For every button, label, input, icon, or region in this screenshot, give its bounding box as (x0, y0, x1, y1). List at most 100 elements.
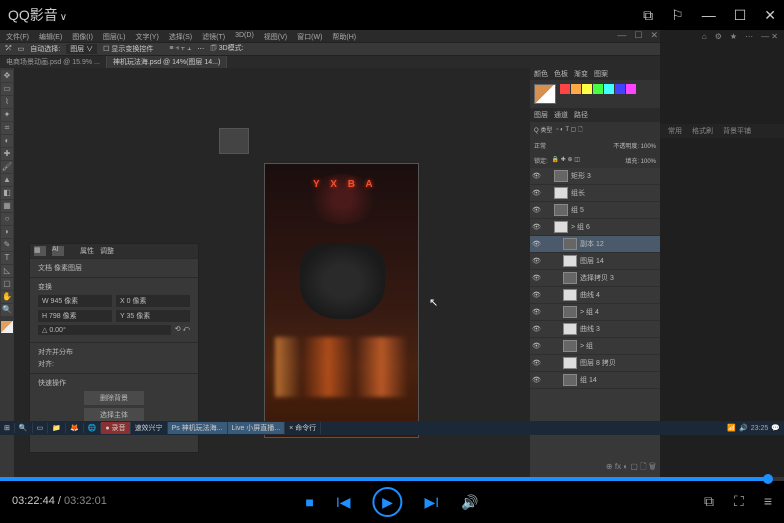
taskview-button[interactable]: ▭ (33, 423, 49, 433)
layer-row[interactable]: 👁 曲线 3 (530, 321, 660, 338)
tray-wifi-icon[interactable]: 📶 (727, 424, 736, 432)
layer-row[interactable]: 👁 > 组 6 (530, 219, 660, 236)
volume-button[interactable]: 🔊 (461, 494, 478, 511)
ps-max-icon: ☐ (634, 30, 642, 41)
tb-cmd[interactable]: × 命令行 (285, 422, 321, 434)
pip-icon[interactable]: ⧉ (643, 7, 653, 24)
layer-row[interactable]: 👁矩形 3 (530, 168, 660, 185)
visibility-icon[interactable]: 👁 (532, 325, 542, 333)
layer-name: 组 5 (571, 205, 584, 215)
visibility-icon[interactable]: 👁 (532, 172, 542, 180)
marquee-tool[interactable]: ▭ (1, 83, 13, 95)
visibility-icon[interactable]: 👁 (532, 257, 542, 265)
pen-tool[interactable]: ✎ (1, 239, 13, 251)
layer-name: 曲线 4 (580, 290, 600, 300)
layer-name: 曲线 3 (580, 324, 600, 334)
navigator-thumb (219, 128, 249, 154)
close-icon[interactable]: ✕ (764, 7, 776, 24)
progress-bar[interactable] (0, 477, 784, 481)
zoom-tool[interactable]: 🔍 (1, 304, 13, 316)
windows-taskbar: ⊞ 🔍 ▭ 📁 🦊 🌐 ● 录音 速效兴宁 Ps 神机玩法海... Live 小… (0, 421, 660, 435)
eraser-tool[interactable]: ◧ (1, 187, 13, 199)
snapshot-button[interactable]: ⧉ (704, 493, 714, 510)
crop-tool[interactable]: ⌗ (1, 122, 13, 134)
next-button[interactable]: ▶I (425, 494, 440, 511)
stamp-tool[interactable]: ▲ (1, 174, 13, 186)
dodge-tool[interactable]: ◗ (1, 226, 13, 238)
color-swatch[interactable] (1, 321, 13, 333)
layer-row[interactable]: 👁 曲线 4 (530, 287, 660, 304)
pin-icon[interactable]: ⚐ (671, 7, 684, 24)
maximize-icon[interactable]: ☐ (734, 7, 747, 24)
tb-browser[interactable]: 🌐 (84, 423, 102, 433)
play-button[interactable]: ▶ (373, 487, 403, 517)
layer-row[interactable]: 👁 组 14 (530, 372, 660, 389)
wand-tool[interactable]: ✦ (1, 109, 13, 121)
ps-menubar: 文件(F)编辑(E)图像(I)图层(L)文字(Y)选择(S)滤镜(T)3D(D)… (0, 30, 660, 42)
hand-tool[interactable]: ✋ (1, 291, 13, 303)
video-player-bar: 03:22:44 / 03:32:01 ■ I◀ ▶ ▶I 🔊 ⧉ ⛶ ≡ (0, 481, 784, 523)
layer-row[interactable]: 👁组长 (530, 185, 660, 202)
home-icon[interactable]: ⌂ (702, 32, 707, 42)
visibility-icon[interactable]: 👁 (532, 342, 542, 350)
heal-tool[interactable]: ✚ (1, 148, 13, 160)
brush-tool[interactable]: 🖌 (1, 161, 13, 173)
blur-tool[interactable]: ○ (1, 213, 13, 225)
tab-doc2[interactable]: 神机玩法海.psd @ 14%(图层 14...) (107, 56, 227, 68)
tray-notif-icon[interactable]: 💬 (771, 424, 780, 432)
color-picker[interactable] (530, 80, 660, 108)
star-icon[interactable]: ★ (730, 32, 737, 42)
tray-clock[interactable]: 23:25 (751, 425, 769, 432)
minimize-icon[interactable]: — (702, 7, 716, 23)
shape-tool[interactable]: ▢ (1, 278, 13, 290)
tb-explorer[interactable]: 📁 (48, 423, 66, 433)
visibility-icon[interactable]: 👁 (532, 291, 542, 299)
type-tool[interactable]: T (1, 252, 13, 264)
canvas-image[interactable]: Y X B A (264, 163, 419, 438)
system-tray: 📶 🔊 23:25 💬 (660, 421, 784, 435)
search-button[interactable]: 🔍 (15, 423, 33, 433)
move-tool[interactable]: ✥ (1, 70, 13, 82)
tab-doc1[interactable]: 电商场景动画.psd @ 15.9% ... (0, 56, 107, 68)
stop-button[interactable]: ■ (305, 494, 313, 510)
tb-app1[interactable]: 速效兴宁 (131, 422, 168, 434)
start-button[interactable]: ⊞ (0, 423, 15, 433)
more-icon[interactable]: ⋯ (745, 32, 753, 42)
visibility-icon[interactable]: 👁 (532, 223, 542, 231)
tb-photoshop[interactable]: Ps 神机玩法海... (168, 422, 228, 434)
gradient-tool[interactable]: ▦ (1, 200, 13, 212)
remove-bg-button[interactable]: 删除背景 (84, 391, 144, 405)
playlist-button[interactable]: ≡ (764, 493, 772, 510)
layer-row[interactable]: 👁> 组 (530, 338, 660, 355)
layer-row[interactable]: 👁选择拷贝 3 (530, 270, 660, 287)
layer-row[interactable]: 👁图层 14 (530, 253, 660, 270)
layer-name: 组 14 (580, 375, 597, 385)
visibility-icon[interactable]: 👁 (532, 376, 542, 384)
layer-row[interactable]: 👁副本 12 (530, 236, 660, 253)
visibility-icon[interactable]: 👁 (532, 308, 542, 316)
visibility-icon[interactable]: 👁 (532, 240, 542, 248)
visibility-icon[interactable]: 👁 (532, 206, 542, 214)
path-tool[interactable]: ◺ (1, 265, 13, 277)
select-subject-button[interactable]: 选择主体 (84, 408, 144, 422)
tb-firefox[interactable]: 🦊 (66, 423, 84, 433)
layer-name: > 组 6 (571, 222, 590, 232)
prev-button[interactable]: I◀ (336, 494, 351, 511)
tb-record[interactable]: ● 录音 (101, 422, 130, 434)
ps-document-tabs: 电商场景动画.psd @ 15.9% ... 神机玩法海.psd @ 14%(图… (0, 56, 660, 68)
tb-live[interactable]: Live 小屏直播... (228, 422, 286, 434)
gear-icon[interactable]: ⚙ (715, 32, 722, 42)
tray-vol-icon[interactable]: 🔊 (739, 424, 748, 432)
layer-name: 图层 8 拷贝 (580, 358, 616, 368)
artwork-text: Y X B A (313, 179, 377, 190)
eyedrop-tool[interactable]: ◐ (1, 135, 13, 147)
lasso-tool[interactable]: ⌇ (1, 96, 13, 108)
fullscreen-button[interactable]: ⛶ (734, 493, 744, 510)
cursor-icon: ↖ (429, 296, 438, 309)
layer-row[interactable]: 👁 组 5 (530, 202, 660, 219)
visibility-icon[interactable]: 👁 (532, 359, 542, 367)
visibility-icon[interactable]: 👁 (532, 274, 542, 282)
layer-row[interactable]: 👁> 组 4 (530, 304, 660, 321)
visibility-icon[interactable]: 👁 (532, 189, 542, 197)
layer-row[interactable]: 👁 图层 8 拷贝 (530, 355, 660, 372)
